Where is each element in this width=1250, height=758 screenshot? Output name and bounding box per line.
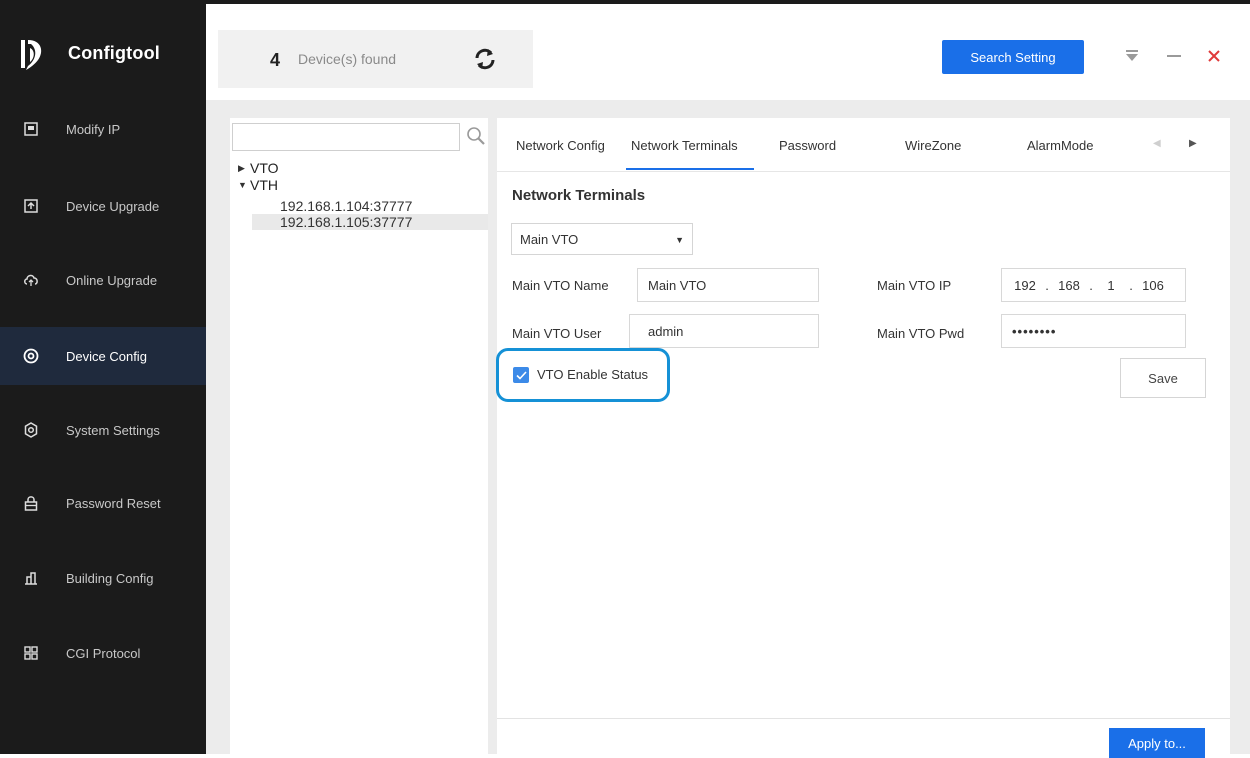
device-count: 4 bbox=[270, 50, 281, 70]
chevron-down-icon: ▼ bbox=[675, 235, 684, 245]
cloud-upgrade-icon bbox=[22, 271, 40, 289]
ip-dot: . bbox=[1129, 277, 1133, 293]
tree-node-label: VTH bbox=[250, 177, 278, 193]
sidebar-item-device-upgrade[interactable]: Device Upgrade bbox=[0, 177, 206, 235]
sidebar-item-system-settings[interactable]: System Settings bbox=[0, 401, 206, 459]
device-found-box: 4 Device(s) found bbox=[218, 30, 533, 88]
logo-area: Configtool bbox=[0, 0, 206, 112]
sidebar-item-label: Device Config bbox=[66, 348, 147, 364]
minimize-icon[interactable] bbox=[1164, 46, 1184, 66]
vto-pwd-field[interactable]: •••••••• bbox=[1001, 314, 1186, 348]
lock-icon bbox=[22, 494, 40, 512]
menu-dropdown-icon[interactable] bbox=[1122, 46, 1142, 66]
tab-network-terminals[interactable]: Network Terminals bbox=[631, 138, 738, 153]
dahua-logo-icon bbox=[21, 40, 42, 70]
config-panel bbox=[497, 118, 1230, 754]
tab-alarmmode[interactable]: AlarmMode bbox=[1027, 138, 1093, 153]
vto-enable-checkbox[interactable] bbox=[513, 367, 529, 383]
device-config-icon bbox=[22, 347, 40, 365]
sidebar-item-building-config[interactable]: Building Config bbox=[0, 549, 206, 607]
vto-pwd-label: Main VTO Pwd bbox=[877, 326, 965, 341]
tab-password[interactable]: Password bbox=[779, 138, 836, 153]
tree-leaf-device[interactable]: 192.168.1.104:37777 bbox=[252, 198, 488, 214]
sidebar-item-label: Online Upgrade bbox=[66, 272, 158, 288]
tree-node-vto[interactable]: ▶ VTO bbox=[238, 160, 279, 176]
active-tab-indicator bbox=[626, 168, 754, 170]
building-icon bbox=[22, 569, 40, 587]
ip-octet[interactable]: 192 bbox=[1010, 278, 1040, 293]
tab-scroll-left-icon[interactable]: ◀ bbox=[1153, 138, 1161, 149]
device-found-label: Device(s) found bbox=[298, 51, 397, 67]
footer-divider bbox=[497, 718, 1230, 719]
terminal-select[interactable]: Main VTO ▼ bbox=[511, 223, 693, 255]
sidebar-item-modify-ip[interactable]: Modify IP bbox=[0, 100, 206, 158]
settings-icon bbox=[22, 421, 40, 439]
tabs-divider bbox=[497, 171, 1230, 172]
collapse-arrow-icon: ▼ bbox=[238, 180, 247, 190]
app-title: Configtool bbox=[68, 43, 160, 63]
tab-network-config[interactable]: Network Config bbox=[516, 138, 605, 153]
sidebar-item-device-config[interactable]: Device Config bbox=[0, 327, 206, 385]
vto-ip-label: Main VTO IP bbox=[877, 278, 952, 293]
search-icon[interactable] bbox=[466, 126, 486, 146]
device-search-input[interactable] bbox=[232, 123, 460, 151]
grid-icon bbox=[22, 644, 40, 662]
ip-octet[interactable]: 168 bbox=[1054, 278, 1084, 293]
expand-arrow-icon: ▶ bbox=[238, 162, 245, 173]
vto-user-field[interactable]: admin bbox=[629, 314, 819, 348]
search-setting-button[interactable]: Search Setting bbox=[942, 40, 1084, 74]
vto-name-field[interactable]: Main VTO bbox=[637, 268, 819, 302]
vto-name-label: Main VTO Name bbox=[512, 278, 609, 293]
vto-enable-label: VTO Enable Status bbox=[537, 367, 649, 382]
close-icon[interactable] bbox=[1204, 46, 1224, 66]
tree-node-label: VTO bbox=[250, 160, 279, 176]
save-button[interactable]: Save bbox=[1120, 358, 1206, 398]
ip-octet[interactable]: 106 bbox=[1138, 278, 1168, 293]
section-title: Network Terminals bbox=[512, 187, 646, 204]
sidebar-item-label: Modify IP bbox=[66, 121, 121, 137]
sidebar-item-label: Building Config bbox=[66, 570, 154, 586]
ip-dot: . bbox=[1089, 277, 1093, 293]
sidebar-item-label: System Settings bbox=[66, 422, 160, 438]
device-upgrade-icon bbox=[22, 197, 40, 215]
modify-ip-icon bbox=[22, 120, 40, 138]
tree-node-vth[interactable]: ▼ VTH bbox=[238, 177, 278, 193]
tab-scroll-right-icon[interactable]: ▶ bbox=[1189, 138, 1197, 149]
sidebar-item-label: CGI Protocol bbox=[66, 645, 141, 661]
sidebar: Configtool Modify IP Device Upgrade Onli… bbox=[0, 0, 206, 754]
vto-user-label: Main VTO User bbox=[512, 326, 602, 341]
sidebar-item-label: Password Reset bbox=[66, 495, 161, 511]
refresh-icon[interactable] bbox=[472, 46, 498, 72]
checkmark-icon bbox=[515, 370, 527, 380]
sidebar-item-online-upgrade[interactable]: Online Upgrade bbox=[0, 251, 206, 309]
sidebar-item-password-reset[interactable]: Password Reset bbox=[0, 474, 206, 532]
vto-ip-field[interactable]: 192 . 168 . 1 . 106 bbox=[1001, 268, 1186, 302]
sidebar-item-cgi-protocol[interactable]: CGI Protocol bbox=[0, 624, 206, 682]
terminal-select-value: Main VTO bbox=[520, 231, 579, 247]
ip-octet[interactable]: 1 bbox=[1098, 278, 1124, 293]
tree-leaf-device-selected[interactable]: 192.168.1.105:37777 bbox=[252, 214, 488, 230]
sidebar-item-label: Device Upgrade bbox=[66, 198, 160, 214]
tab-wirezone[interactable]: WireZone bbox=[905, 138, 961, 153]
ip-dot: . bbox=[1045, 277, 1049, 293]
